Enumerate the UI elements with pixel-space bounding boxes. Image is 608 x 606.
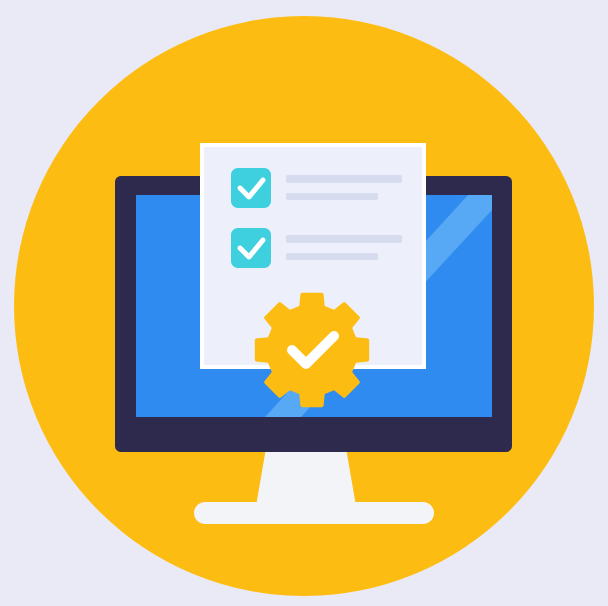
item-line-long (286, 175, 402, 183)
item-line-long (286, 235, 402, 243)
item-line-short (286, 253, 378, 260)
item-line-short (286, 193, 378, 200)
computer-checklist-illustration (14, 16, 594, 596)
checkbox-checked-icon (231, 168, 271, 208)
stand-base (194, 502, 434, 524)
gear-body (254, 292, 370, 408)
stand-neck (256, 448, 356, 506)
gear-check-icon (254, 292, 370, 408)
checkbox-checked-icon (231, 228, 271, 268)
illustration-canvas (0, 0, 608, 606)
